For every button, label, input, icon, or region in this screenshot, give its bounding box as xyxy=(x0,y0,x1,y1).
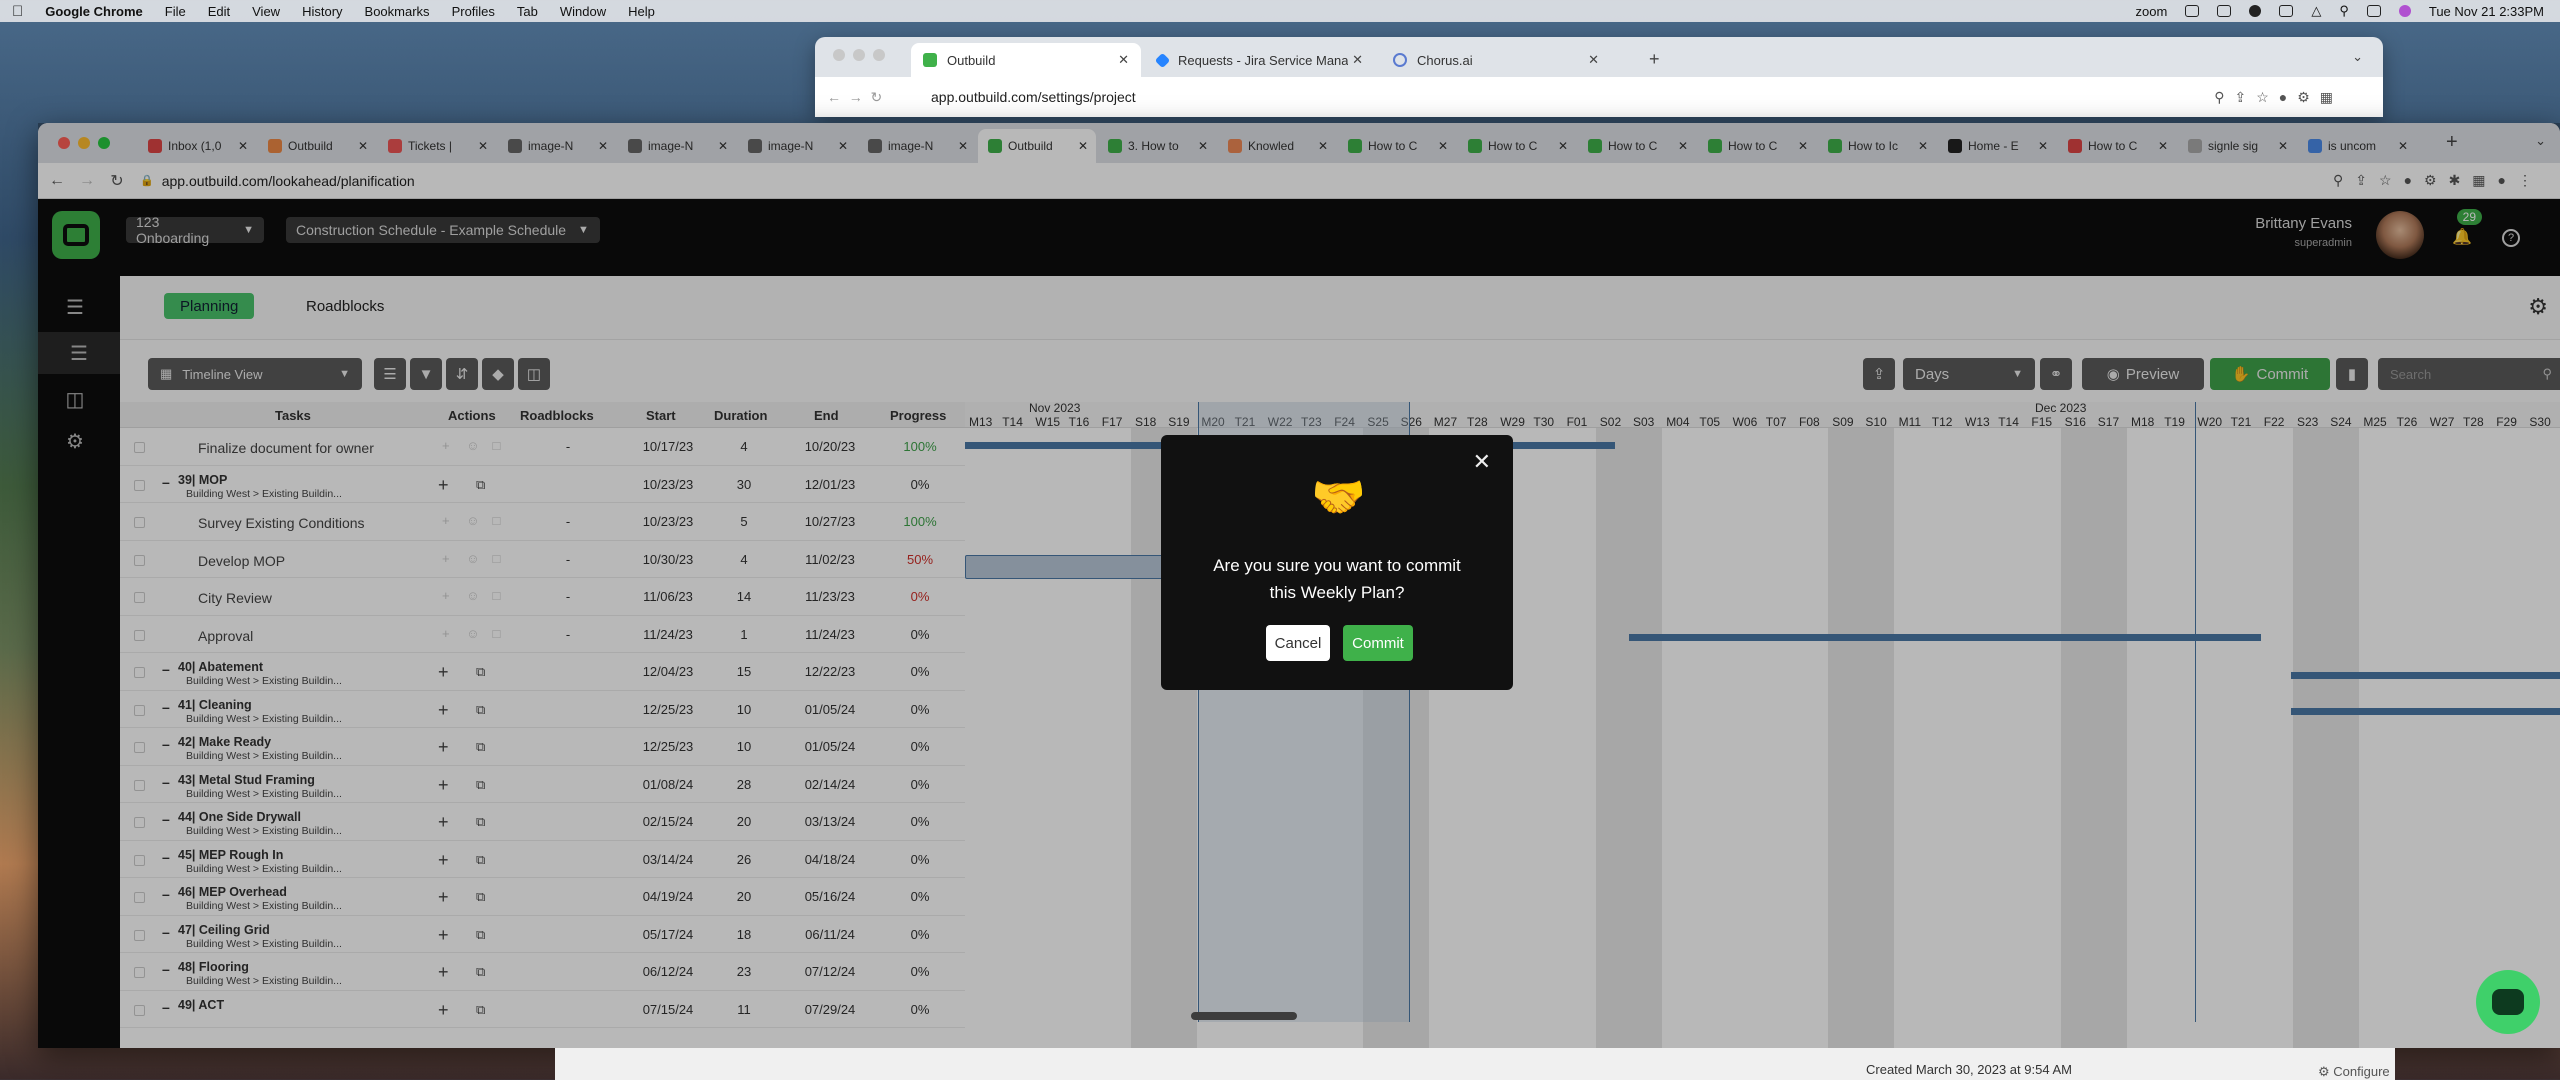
menu-bookmarks[interactable]: Bookmarks xyxy=(365,4,430,19)
handshake-icon: 🤝 xyxy=(1311,473,1366,522)
menu-history[interactable]: History xyxy=(302,4,342,19)
tab-label: Chorus.ai xyxy=(1417,52,1473,68)
commit-confirm-button[interactable]: Commit xyxy=(1343,625,1413,661)
new-tab-icon[interactable]: + xyxy=(1649,49,1660,70)
back-tab-chorus[interactable]: Chorus.ai ✕ xyxy=(1381,43,1611,77)
close-dot[interactable] xyxy=(833,49,845,61)
spotlight-icon[interactable]: ⚲ xyxy=(2339,3,2349,19)
back-address-bar[interactable]: ← → ↻ app.outbuild.com/settings/project … xyxy=(815,77,2383,117)
back-window-footer xyxy=(555,1048,2395,1080)
back-extension-icons[interactable]: ⚲⇪☆●⚙▦ xyxy=(2214,89,2343,106)
menu-help[interactable]: Help xyxy=(628,4,655,19)
close-icon[interactable]: ✕ xyxy=(1588,52,1599,68)
dialog-question-text: Are you sure you want to commit this Wee… xyxy=(1213,556,1461,602)
main-browser-window: Inbox (1,0 ✕ Outbuild ✕ Tickets | ✕ image-N ✕ im… xyxy=(38,123,2560,1048)
tab-label: Outbuild xyxy=(947,52,996,68)
menu-edit[interactable]: Edit xyxy=(208,4,230,19)
menu-app-name[interactable]: Google Chrome xyxy=(45,4,143,19)
tab-search-icon[interactable]: ⌄ xyxy=(2352,49,2363,65)
menu-view[interactable]: View xyxy=(252,4,280,19)
tab-label: Requests - Jira Service Manag xyxy=(1178,52,1348,68)
gear-icon: ⚙ xyxy=(2318,1064,2334,1079)
close-icon[interactable]: ✕ xyxy=(1352,52,1363,68)
back-url[interactable]: app.outbuild.com/settings/project xyxy=(931,89,1136,105)
apple-icon[interactable]:  xyxy=(12,3,23,20)
commit-confirm-dialog: ✕ 🤝 Are you sure you want to commit this… xyxy=(1161,435,1513,690)
outbuild-favicon xyxy=(923,53,937,67)
control-center-icon[interactable] xyxy=(2366,5,2381,17)
close-icon[interactable]: ✕ xyxy=(1118,52,1129,68)
created-timestamp: Created March 30, 2023 at 9:54 AM xyxy=(1866,1062,2072,1077)
back-tab-jira[interactable]: Requests - Jira Service Manag ✕ xyxy=(1145,43,1375,77)
chat-icon xyxy=(2492,989,2524,1015)
clock[interactable]: Tue Nov 21 2:33PM xyxy=(2429,4,2544,19)
dialog-question: Are you sure you want to commit this Wee… xyxy=(1161,552,1513,606)
jira-favicon xyxy=(1154,52,1171,68)
configure-link[interactable]: ⚙ Configure xyxy=(2318,1064,2390,1080)
back-window-controls xyxy=(833,49,885,61)
back-nav-icon[interactable]: ← → ↻ xyxy=(827,89,882,106)
status-icon-1[interactable] xyxy=(2185,5,2200,17)
menu-profiles[interactable]: Profiles xyxy=(452,4,495,19)
menubar-status-area: zoom △ ⚲ Tue Nov 21 2:33PM xyxy=(2136,0,2544,22)
close-icon[interactable]: ✕ xyxy=(1473,449,1491,475)
menu-window[interactable]: Window xyxy=(560,4,606,19)
macos-menubar:  Google Chrome File Edit View History B… xyxy=(0,0,2560,22)
siri-icon[interactable] xyxy=(2398,5,2411,17)
configure-label: Configure xyxy=(2333,1064,2390,1079)
status-icon-2[interactable] xyxy=(2249,5,2262,17)
chat-widget-button[interactable] xyxy=(2476,970,2540,1034)
zoom-status[interactable]: zoom xyxy=(2136,4,2168,19)
battery-icon[interactable] xyxy=(2279,5,2294,17)
wifi-icon[interactable]: △ xyxy=(2311,3,2321,19)
menu-tab[interactable]: Tab xyxy=(517,4,538,19)
back-browser-window: Outbuild ✕ Requests - Jira Service Manag… xyxy=(815,37,2383,117)
chorus-favicon xyxy=(1393,53,1407,67)
back-tab-outbuild[interactable]: Outbuild ✕ xyxy=(911,43,1141,77)
cancel-button[interactable]: Cancel xyxy=(1266,625,1330,661)
zoom-dot[interactable] xyxy=(873,49,885,61)
minimize-dot[interactable] xyxy=(853,49,865,61)
screen-record-icon[interactable] xyxy=(2217,5,2232,17)
menu-file[interactable]: File xyxy=(165,4,186,19)
